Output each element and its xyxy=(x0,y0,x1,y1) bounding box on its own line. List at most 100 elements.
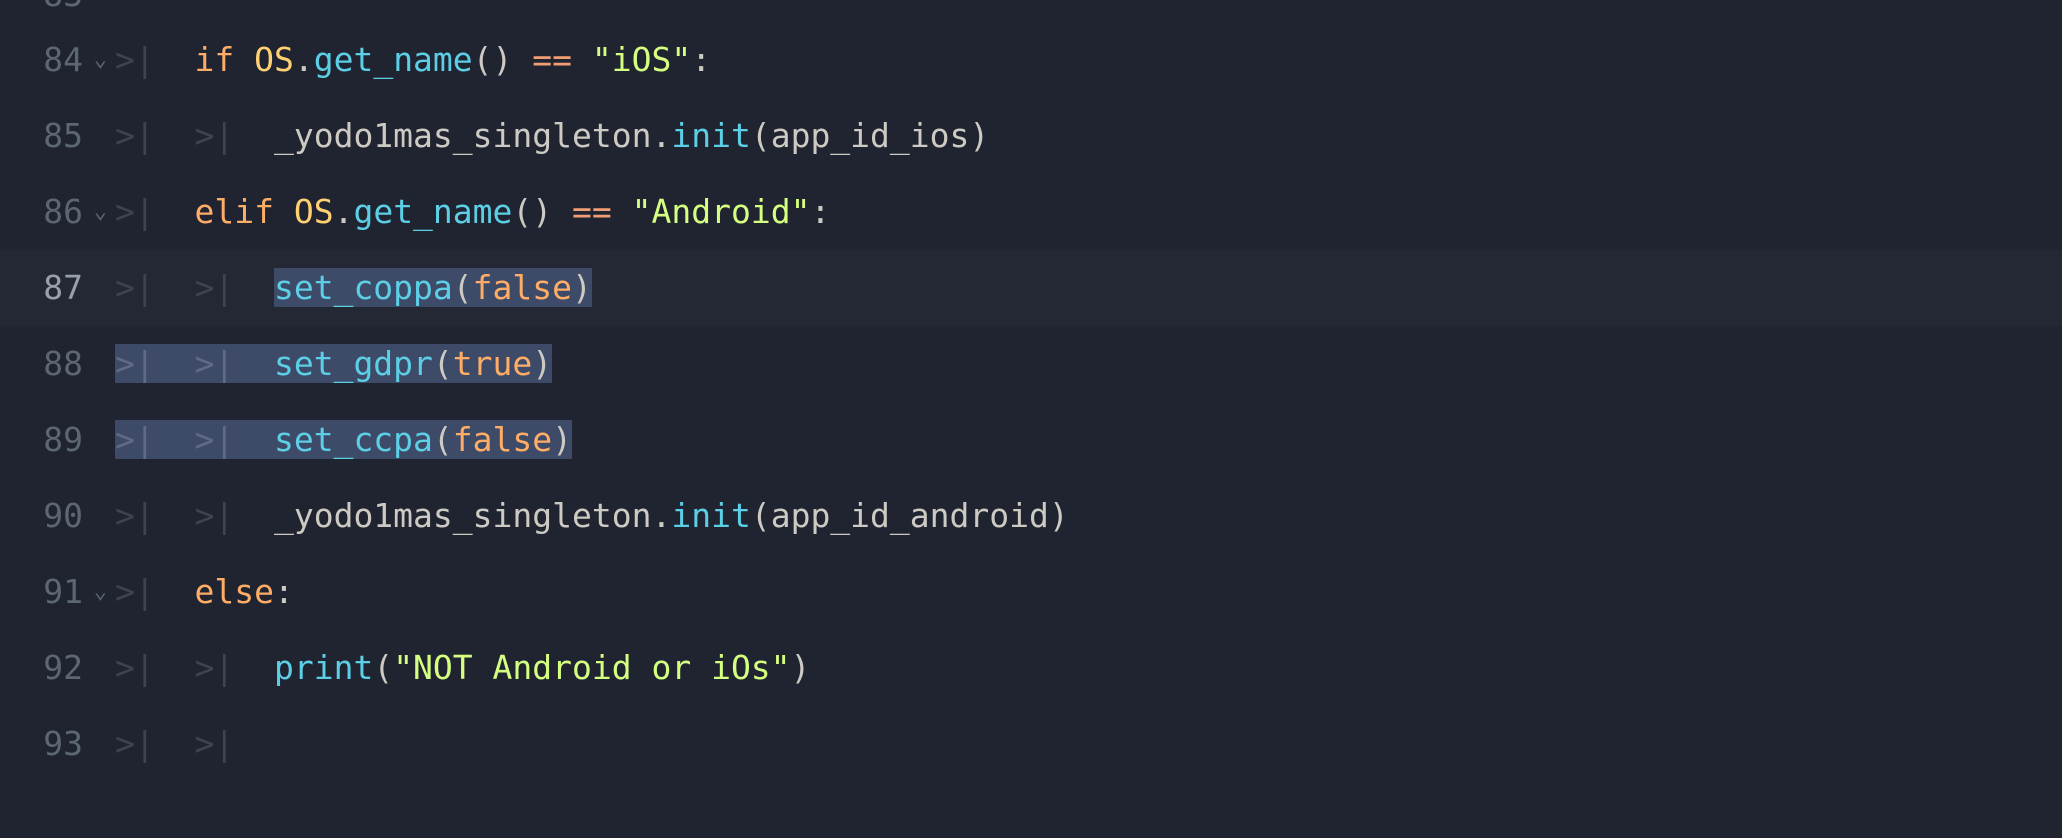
line-number-gutter[interactable]: 88 xyxy=(0,338,115,391)
line-number-gutter[interactable]: 83 xyxy=(0,0,115,22)
indent-whitespace: >| xyxy=(194,344,273,383)
code-token: == xyxy=(572,192,612,231)
fold-toggle-icon[interactable]: ⌄ xyxy=(89,194,107,229)
code-line[interactable]: 93 >| >| xyxy=(0,706,2062,782)
code-token: ( xyxy=(751,116,771,155)
indent-whitespace: >| xyxy=(115,40,194,79)
line-number-gutter[interactable]: 93 xyxy=(0,718,115,771)
indent-whitespace: >| xyxy=(115,192,194,231)
code-token: OS xyxy=(254,40,294,79)
indent-whitespace: >| xyxy=(194,116,273,155)
code-content[interactable]: >| elif OS.get_name() == "Android": xyxy=(115,186,830,239)
code-content[interactable]: >| >| set_ccpa(false) xyxy=(115,414,572,467)
code-token: get_name xyxy=(314,40,473,79)
code-token: elif xyxy=(194,192,293,231)
line-number-gutter[interactable]: 89 xyxy=(0,414,115,467)
line-number: 86 xyxy=(43,186,83,239)
line-number: 87 xyxy=(43,262,83,315)
code-token: ) xyxy=(969,116,989,155)
code-token: false xyxy=(473,268,572,307)
indent-whitespace: >| xyxy=(115,420,194,459)
indent-whitespace: >| xyxy=(194,268,273,307)
code-token: init xyxy=(671,116,750,155)
code-token: ( xyxy=(751,496,771,535)
line-number: 88 xyxy=(43,338,83,391)
code-token: ( xyxy=(373,648,393,687)
code-content[interactable]: >| >| xyxy=(115,718,274,771)
code-token: : xyxy=(810,192,830,231)
code-token: . xyxy=(334,192,354,231)
indent-whitespace: >| xyxy=(115,496,194,535)
code-line[interactable]: 90 >| >| _yodo1mas_singleton.init(app_id_… xyxy=(0,478,2062,554)
line-number: 90 xyxy=(43,490,83,543)
indent-whitespace: >| xyxy=(115,268,194,307)
code-token: : xyxy=(274,572,294,611)
code-line[interactable]: 85 >| >| _yodo1mas_singleton.init(app_id_… xyxy=(0,98,2062,174)
code-content[interactable]: >| >| set_gdpr(true) xyxy=(115,338,552,391)
code-token: ) xyxy=(1049,496,1069,535)
indent-whitespace: >| xyxy=(115,572,194,611)
code-line[interactable]: 87 >| >| set_coppa(false) xyxy=(0,250,2062,326)
code-token: get_name xyxy=(353,192,512,231)
code-content[interactable]: >| else: xyxy=(115,566,294,619)
line-number-gutter[interactable]: 91⌄ xyxy=(0,566,115,619)
code-token: else xyxy=(194,572,273,611)
code-line[interactable]: 84⌄>| if OS.get_name() == "iOS": xyxy=(0,22,2062,98)
code-content[interactable]: >| >| set_coppa(false) xyxy=(115,262,592,315)
code-token: . xyxy=(294,40,314,79)
code-token: "NOT Android or iOs" xyxy=(393,648,790,687)
fold-toggle-icon[interactable]: ⌄ xyxy=(89,42,107,77)
line-number-gutter[interactable]: 86⌄ xyxy=(0,186,115,239)
code-token: . xyxy=(651,116,671,155)
fold-toggle-icon[interactable]: ⌄ xyxy=(89,574,107,609)
code-token: ) xyxy=(552,420,572,459)
line-number: 91 xyxy=(43,566,83,619)
indent-whitespace: >| xyxy=(194,724,273,763)
code-line[interactable]: 91⌄>| else: xyxy=(0,554,2062,630)
line-number-gutter[interactable]: 92 xyxy=(0,642,115,695)
line-number: 89 xyxy=(43,414,83,467)
line-number-gutter[interactable]: 90 xyxy=(0,490,115,543)
code-line[interactable]: 83 xyxy=(0,0,2062,22)
indent-whitespace: >| xyxy=(194,420,273,459)
code-line[interactable]: 92 >| >| print("NOT Android or iOs") xyxy=(0,630,2062,706)
code-token: "Android" xyxy=(632,192,811,231)
code-token xyxy=(572,40,592,79)
indent-whitespace: >| xyxy=(194,648,273,687)
code-content[interactable]: >| if OS.get_name() == "iOS": xyxy=(115,34,711,87)
indent-whitespace: >| xyxy=(115,724,194,763)
code-token: false xyxy=(453,420,552,459)
code-token: _yodo1mas_singleton xyxy=(274,496,652,535)
code-line[interactable]: 88 >| >| set_gdpr(true) xyxy=(0,326,2062,402)
code-token: set_ccpa xyxy=(274,420,433,459)
code-token: () xyxy=(512,192,572,231)
code-token: true xyxy=(453,344,532,383)
code-line[interactable]: 89 >| >| set_ccpa(false) xyxy=(0,402,2062,478)
code-token: set_gdpr xyxy=(274,344,433,383)
code-line[interactable]: 86⌄>| elif OS.get_name() == "Android": xyxy=(0,174,2062,250)
indent-whitespace: >| xyxy=(115,648,194,687)
indent-whitespace: >| xyxy=(115,344,194,383)
code-token: ( xyxy=(433,420,453,459)
line-number-gutter[interactable]: 84⌄ xyxy=(0,34,115,87)
code-editor[interactable]: 8384⌄>| if OS.get_name() == "iOS":85>| >… xyxy=(0,0,2062,782)
code-token: : xyxy=(691,40,711,79)
line-number-gutter[interactable]: 87 xyxy=(0,262,115,315)
code-content[interactable]: >| >| _yodo1mas_singleton.init(app_id_an… xyxy=(115,490,1069,543)
code-token: "iOS" xyxy=(592,40,691,79)
indent-whitespace: >| xyxy=(194,496,273,535)
code-token: ) xyxy=(791,648,811,687)
code-token: () xyxy=(473,40,533,79)
code-token: _yodo1mas_singleton xyxy=(274,116,652,155)
code-content[interactable]: >| >| _yodo1mas_singleton.init(app_id_io… xyxy=(115,110,989,163)
indent-whitespace: >| xyxy=(115,116,194,155)
line-number-gutter[interactable]: 85 xyxy=(0,110,115,163)
code-token xyxy=(612,192,632,231)
code-token: set_coppa xyxy=(274,268,453,307)
code-token: app_id_android xyxy=(771,496,1049,535)
line-number: 93 xyxy=(43,718,83,771)
line-number: 92 xyxy=(43,642,83,695)
line-number: 85 xyxy=(43,110,83,163)
line-number: 83 xyxy=(43,0,83,22)
code-content[interactable]: >| >| print("NOT Android or iOs") xyxy=(115,642,810,695)
